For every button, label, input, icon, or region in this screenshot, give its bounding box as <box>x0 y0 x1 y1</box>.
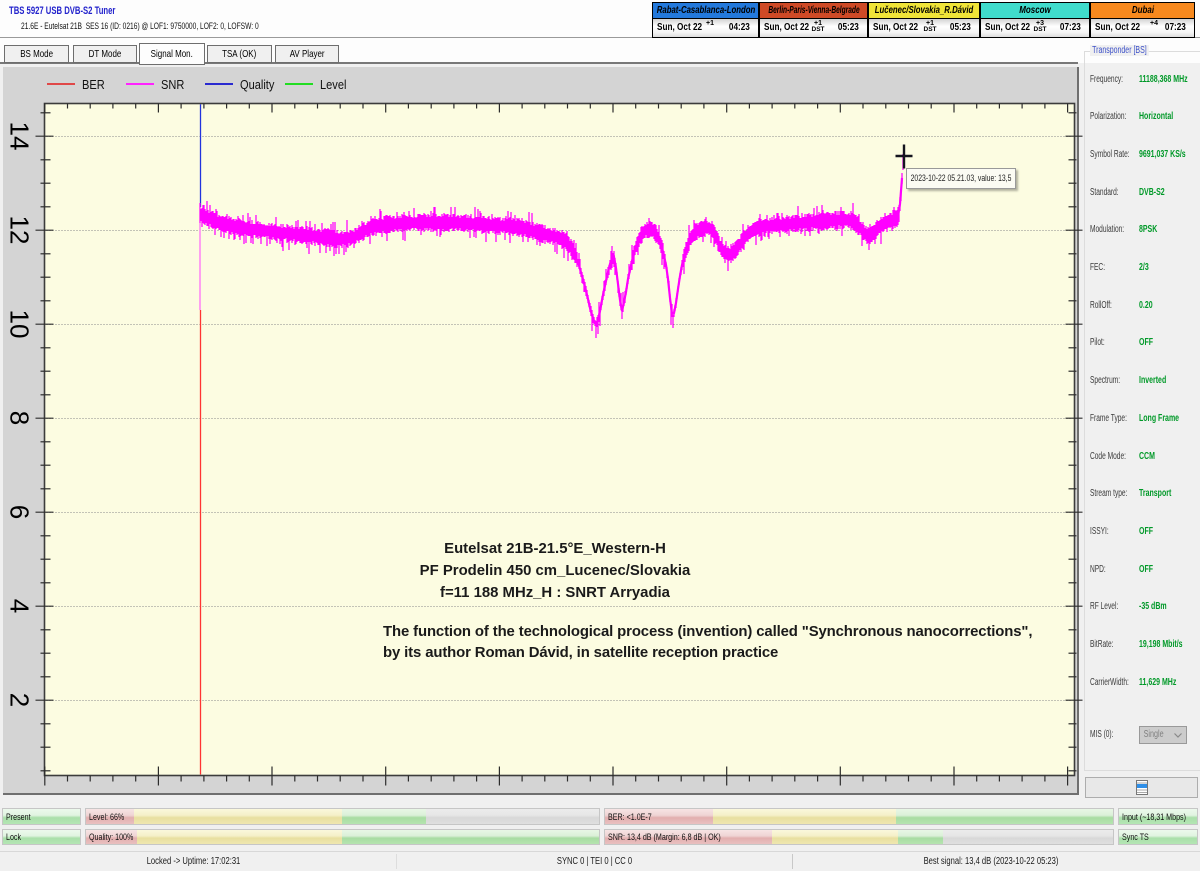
svg-text:12: 12 <box>5 216 35 245</box>
svg-text:2: 2 <box>5 693 35 707</box>
svg-text:10: 10 <box>5 310 35 339</box>
svg-text:4: 4 <box>5 599 35 613</box>
svg-text:6: 6 <box>5 505 35 519</box>
svg-text:8: 8 <box>5 411 35 425</box>
svg-text:14: 14 <box>5 122 35 151</box>
